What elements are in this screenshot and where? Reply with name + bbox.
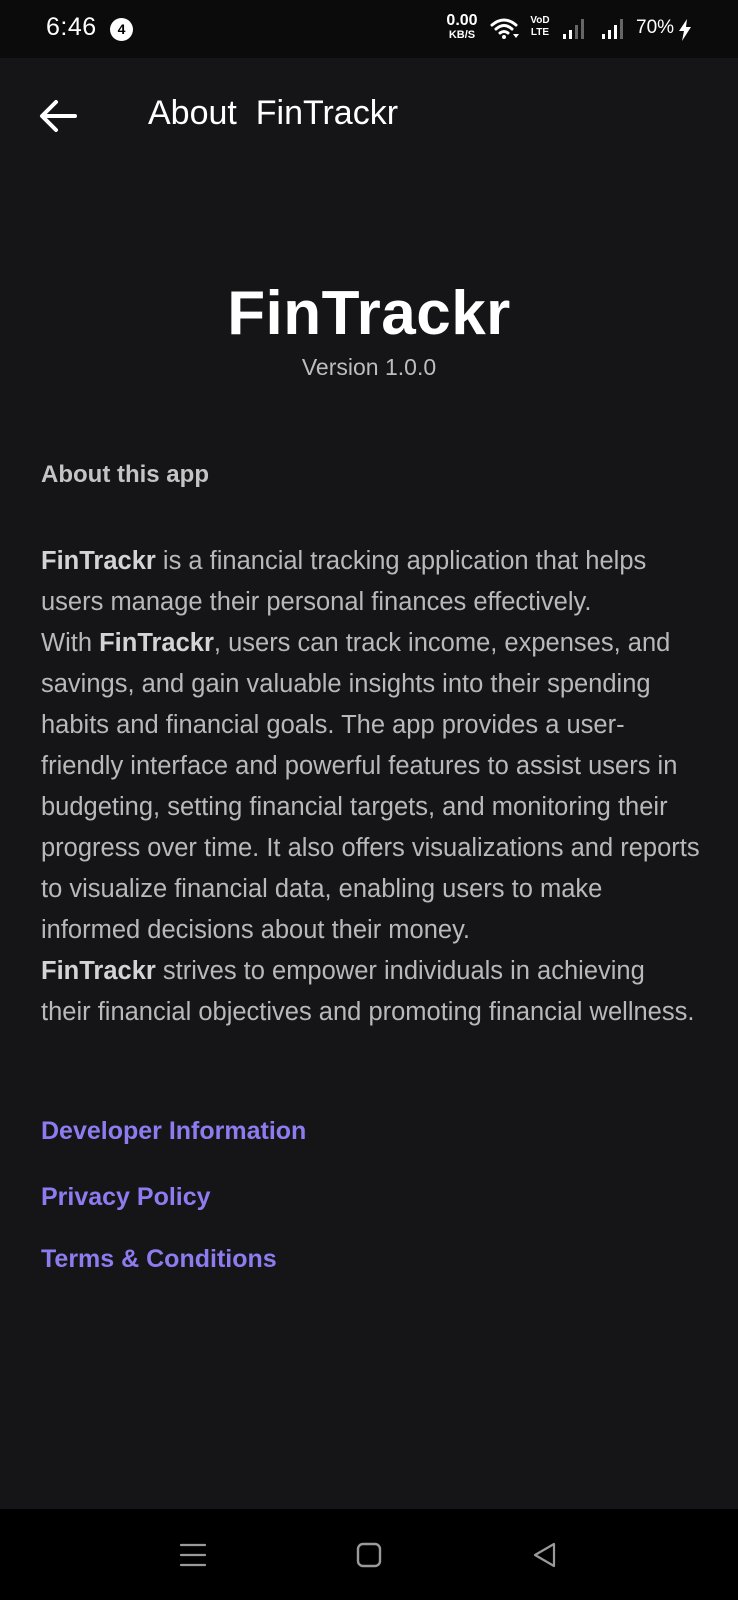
app-version: Version 1.0.0: [301, 354, 437, 380]
brand-name: FinTrackr: [41, 957, 156, 985]
volte-label-bottom: LTE: [530, 27, 550, 38]
network-speed-unit: KB/S: [448, 29, 476, 41]
recent-apps-button[interactable]: [169, 1531, 217, 1579]
about-screen: 6:46 4 0.00 KB/S VoD LTE 70% About FinTr…: [0, 0, 738, 1600]
back-button[interactable]: [30, 86, 86, 146]
system-navigation-bar: [0, 1509, 738, 1600]
battery-percentage: 70%: [636, 17, 675, 38]
menu-icon: [179, 1543, 207, 1567]
signal-sim2-icon: [601, 17, 625, 46]
page-title: About FinTrackr: [148, 94, 399, 132]
wifi-icon: [490, 17, 520, 46]
system-back-button[interactable]: [521, 1531, 569, 1579]
network-speed-value: 0.00: [446, 12, 478, 29]
app-name-heading: FinTrackr: [227, 279, 511, 348]
description-paragraph-2-lead: With: [41, 629, 100, 657]
back-triangle-icon: [533, 1542, 556, 1568]
about-description: FinTrackr is a financial tracking applic…: [41, 541, 701, 1033]
description-paragraph-2: , users can track income, expenses, and …: [41, 629, 700, 944]
network-speed: 0.00 KB/S: [442, 13, 482, 41]
brand-name: FinTrackr: [41, 547, 156, 575]
volte-label-top: VoD: [530, 15, 550, 26]
brand-name: FinTrackr: [99, 629, 214, 657]
notification-count-badge: 4: [110, 18, 133, 41]
status-bar: 6:46 4 0.00 KB/S VoD LTE 70%: [0, 0, 738, 58]
back-arrow-icon: [40, 100, 77, 132]
terms-conditions-link[interactable]: Terms & Conditions: [41, 1245, 277, 1274]
charging-bolt-icon: [678, 19, 692, 46]
home-button[interactable]: [345, 1531, 393, 1579]
privacy-policy-link[interactable]: Privacy Policy: [41, 1183, 211, 1212]
about-section-heading: About this app: [41, 461, 209, 488]
developer-information-link[interactable]: Developer Information: [41, 1117, 306, 1146]
signal-sim1-icon: [562, 17, 586, 46]
status-time: 6:46: [46, 13, 97, 41]
app-bar: About FinTrackr: [0, 58, 738, 176]
volte-icon: VoD LTE: [527, 15, 553, 39]
home-square-icon: [356, 1542, 382, 1568]
